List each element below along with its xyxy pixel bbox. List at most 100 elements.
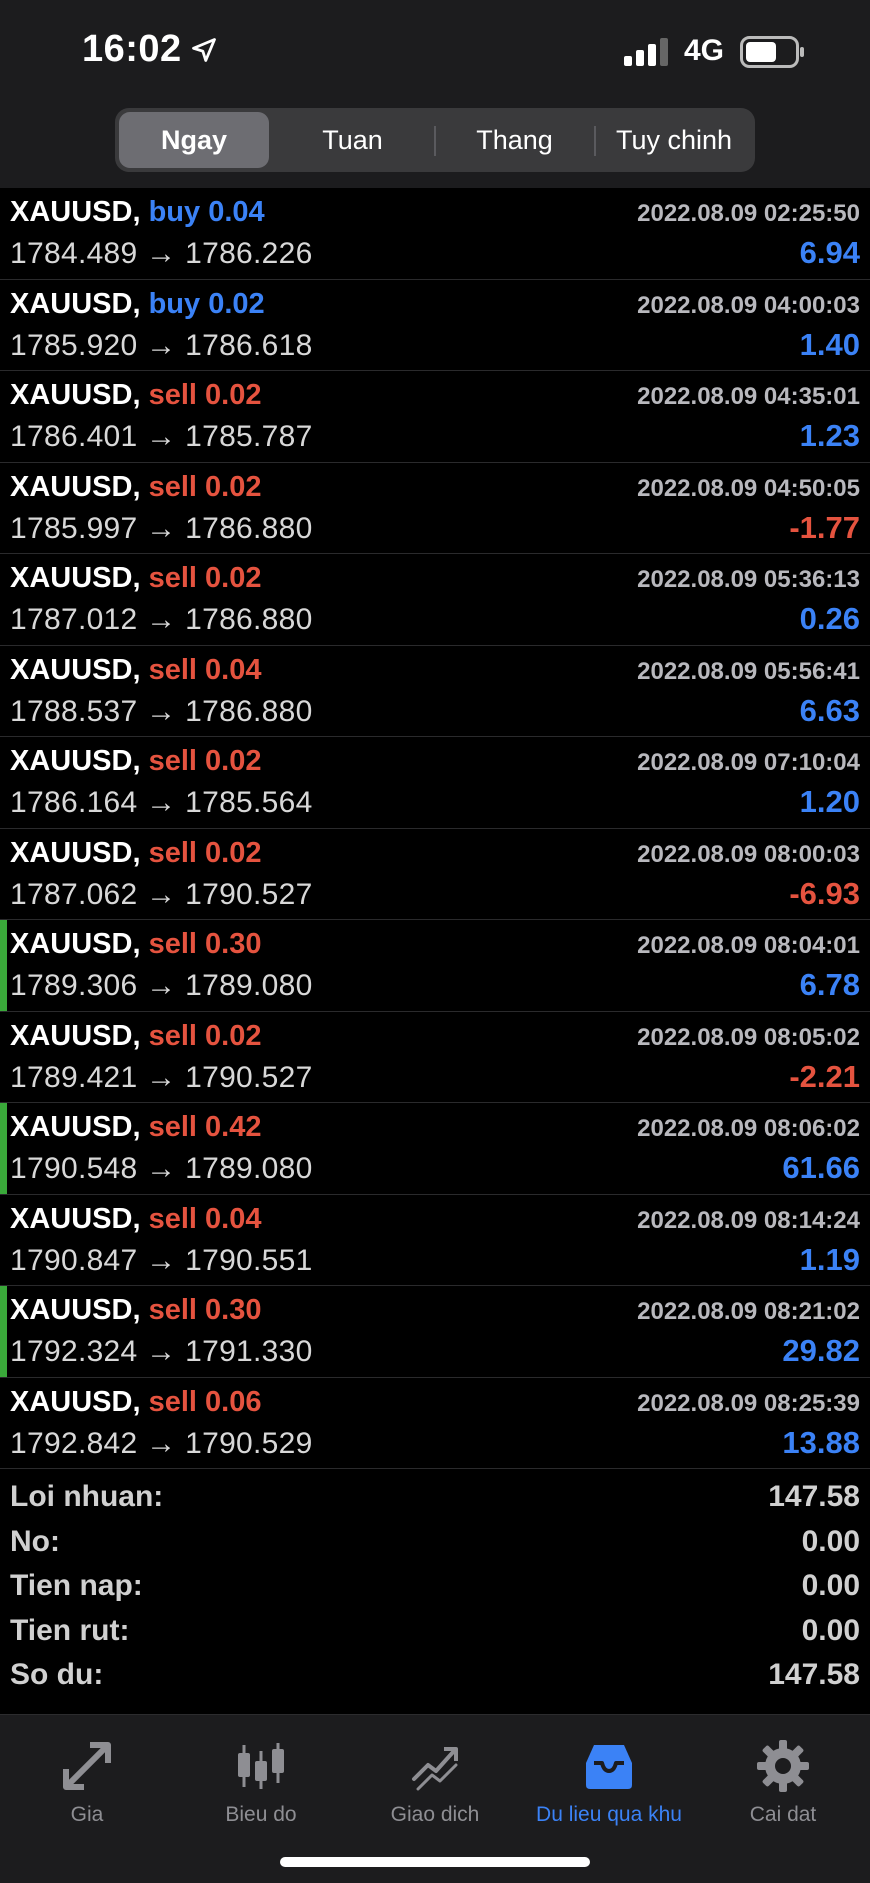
trade-symbol: XAUUSD, bbox=[10, 1385, 141, 1418]
trade-time: 2022.08.09 05:56:41 bbox=[637, 657, 860, 685]
nav-du-lieu-qua-khu[interactable]: Du lieu qua khu bbox=[522, 1727, 696, 1827]
trade-profit: 1.40 bbox=[799, 326, 860, 362]
trade-row[interactable]: XAUUSD, sell 0.02 1789.421 → 1790.527 2022… bbox=[0, 1012, 870, 1103]
trade-prices: 1789.306 → 1789.080 bbox=[10, 969, 313, 1002]
nav-cai-dat[interactable]: Cai dat bbox=[696, 1727, 870, 1827]
trade-time: 2022.08.09 08:04:01 bbox=[637, 932, 860, 959]
trade-symbol: XAUUSD, bbox=[10, 653, 141, 686]
trade-symbol: XAUUSD, bbox=[10, 562, 141, 594]
trade-row[interactable]: XAUUSD, sell 0.02 1787.062 → 1790.527 2022… bbox=[0, 829, 870, 920]
trade-symbol: XAUUSD, bbox=[10, 928, 141, 960]
trade-prices: 1790.847 → 1790.551 bbox=[10, 1243, 313, 1277]
status-time: 16:02 bbox=[82, 28, 182, 70]
trade-time: 2022.08.09 02:25:50 bbox=[637, 200, 860, 227]
nav-gia[interactable]: Gia bbox=[0, 1727, 174, 1827]
trade-symbol: XAUUSD, bbox=[10, 1111, 141, 1143]
nav-giao-dich[interactable]: Giao dich bbox=[348, 1727, 522, 1827]
trade-profit: -6.93 bbox=[789, 875, 860, 911]
trade-symbol-side: XAUUSD, sell 0.02 bbox=[10, 471, 261, 504]
trade-symbol: XAUUSD, bbox=[10, 836, 141, 869]
nav-bieu-do-label: Bieu do bbox=[225, 1803, 297, 1826]
trade-profit: 0.26 bbox=[799, 601, 860, 636]
trade-row[interactable]: XAUUSD, buy 0.04 1784.489 → 1786.226 2022.… bbox=[0, 188, 870, 280]
nav-du-lieu-label: Du lieu qua khu bbox=[536, 1803, 682, 1826]
summary-value: 0.00 bbox=[801, 1524, 860, 1558]
trade-symbol-side: XAUUSD, sell 0.04 bbox=[10, 1203, 261, 1236]
tab-tuy-chinh[interactable]: Tuy chinh bbox=[597, 112, 751, 168]
nav-cai-dat-label: Cai dat bbox=[749, 1803, 817, 1826]
trade-symbol-side: XAUUSD, sell 0.02 bbox=[10, 745, 261, 778]
signal-bars-icon bbox=[624, 38, 668, 66]
trade-symbol-side: XAUUSD, sell 0.02 bbox=[10, 1020, 261, 1053]
summary-label: Tien rut: bbox=[10, 1613, 130, 1647]
nav-giao-dich-label: Giao dich bbox=[390, 1803, 480, 1826]
trade-symbol: XAUUSD, bbox=[10, 196, 141, 228]
trade-row[interactable]: XAUUSD, sell 0.04 1790.847 → 1790.551 2022… bbox=[0, 1195, 870, 1286]
trade-side-volume: sell 0.04 bbox=[148, 1202, 262, 1235]
trade-row[interactable]: XAUUSD, sell 0.42 1790.548 → 1789.080 2022… bbox=[0, 1103, 870, 1195]
summary-row: Tien nap: 0.00 bbox=[0, 1565, 870, 1610]
trade-prices: 1786.164 → 1785.564 bbox=[10, 786, 313, 819]
nav-gia-label: Gia bbox=[70, 1803, 104, 1826]
trade-side-volume: sell 0.30 bbox=[148, 1294, 262, 1326]
trade-trend-icon bbox=[412, 1747, 458, 1791]
trade-time: 2022.08.09 04:50:05 bbox=[637, 474, 860, 502]
trade-row[interactable]: XAUUSD, sell 0.02 1785.997 → 1786.880 2022… bbox=[0, 463, 870, 554]
trade-side-volume: buy 0.04 bbox=[148, 196, 265, 228]
bottom-tab-bar: Gia Bieu do Giao dich Du lieu qua khu Ca… bbox=[0, 1714, 870, 1883]
trade-side-volume: sell 0.06 bbox=[148, 1385, 262, 1418]
home-indicator bbox=[280, 1857, 590, 1867]
network-label: 4G bbox=[684, 34, 725, 67]
summary-label: So du: bbox=[10, 1658, 104, 1691]
trade-time: 2022.08.09 08:25:39 bbox=[637, 1389, 860, 1417]
trade-profit: 1.23 bbox=[799, 418, 860, 453]
trade-time: 2022.08.09 04:35:01 bbox=[637, 383, 860, 410]
period-segmented-control: Ngay Tuan Thang Tuy chinh bbox=[115, 108, 755, 172]
trade-symbol-side: XAUUSD, buy 0.02 bbox=[10, 288, 265, 321]
gear-icon bbox=[757, 1740, 809, 1792]
summary-value: 0.00 bbox=[801, 1613, 860, 1647]
tab-ngay[interactable]: Ngay bbox=[119, 112, 269, 168]
trade-side-volume: sell 0.02 bbox=[148, 379, 262, 411]
trade-symbol: XAUUSD, bbox=[10, 470, 141, 503]
summary-label: Tien nap: bbox=[10, 1569, 143, 1602]
trade-symbol: XAUUSD, bbox=[10, 287, 141, 320]
tab-tuan[interactable]: Tuan bbox=[275, 112, 430, 168]
trade-symbol-side: XAUUSD, sell 0.02 bbox=[10, 837, 261, 870]
trade-row[interactable]: XAUUSD, sell 0.04 1788.537 → 1786.880 2022… bbox=[0, 646, 870, 737]
trade-profit: 1.20 bbox=[799, 784, 860, 819]
summary-value: 0.00 bbox=[801, 1569, 860, 1602]
summary-row: So du: 147.58 bbox=[0, 1654, 870, 1699]
segment-divider bbox=[594, 126, 596, 156]
trade-profit: 6.94 bbox=[799, 235, 860, 270]
trade-row[interactable]: XAUUSD, sell 0.30 1792.324 → 1791.330 2022… bbox=[0, 1286, 870, 1378]
trade-row[interactable]: XAUUSD, sell 0.30 1789.306 → 1789.080 2022… bbox=[0, 920, 870, 1012]
trade-symbol: XAUUSD, bbox=[10, 1202, 141, 1235]
summary-row: Loi nhuan: 147.58 bbox=[0, 1476, 870, 1521]
tab-thang[interactable]: Thang bbox=[437, 112, 592, 168]
summary-label: No: bbox=[10, 1524, 60, 1558]
trade-row[interactable]: XAUUSD, sell 0.02 1787.012 → 1786.880 2022… bbox=[0, 554, 870, 646]
trade-side-volume: sell 0.42 bbox=[148, 1111, 262, 1143]
trade-side-volume: sell 0.02 bbox=[148, 470, 262, 503]
nav-bieu-do[interactable]: Bieu do bbox=[174, 1727, 348, 1827]
history-inbox-icon bbox=[586, 1745, 632, 1789]
trade-profit: -2.21 bbox=[789, 1058, 860, 1094]
summary-label: Loi nhuan: bbox=[10, 1480, 164, 1513]
trade-prices: 1784.489 → 1786.226 bbox=[10, 237, 313, 270]
trade-row[interactable]: XAUUSD, buy 0.02 1785.920 → 1786.618 2022.… bbox=[0, 280, 870, 371]
position-highlight-bar bbox=[0, 1286, 7, 1377]
trade-profit: 6.63 bbox=[799, 692, 860, 728]
trade-profit: 29.82 bbox=[782, 1333, 860, 1368]
trade-row[interactable]: XAUUSD, sell 0.02 1786.401 → 1785.787 2022… bbox=[0, 371, 870, 463]
summary-row: Tien rut: 0.00 bbox=[0, 1610, 870, 1655]
candlestick-chart-icon bbox=[238, 1743, 284, 1789]
trade-time: 2022.08.09 08:14:24 bbox=[637, 1206, 860, 1234]
trade-prices: 1785.920 → 1786.618 bbox=[10, 328, 313, 362]
trade-prices: 1787.012 → 1786.880 bbox=[10, 603, 313, 636]
trade-symbol-side: XAUUSD, sell 0.02 bbox=[10, 562, 261, 595]
trade-row[interactable]: XAUUSD, sell 0.06 1792.842 → 1790.529 2022… bbox=[0, 1378, 870, 1469]
trade-symbol: XAUUSD, bbox=[10, 745, 141, 777]
trade-symbol: XAUUSD, bbox=[10, 1294, 141, 1326]
trade-row[interactable]: XAUUSD, sell 0.02 1786.164 → 1785.564 2022… bbox=[0, 737, 870, 829]
